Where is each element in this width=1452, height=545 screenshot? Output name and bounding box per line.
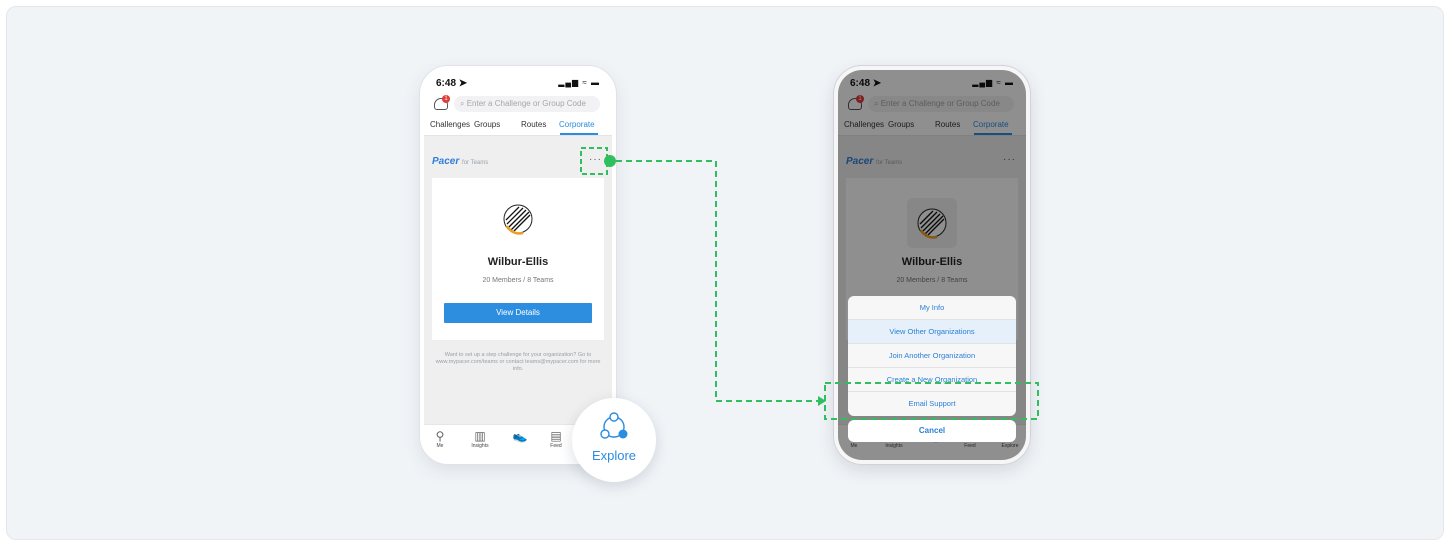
connector-line — [616, 160, 818, 402]
connector-start-dot — [604, 155, 616, 167]
email-support-highlight — [824, 382, 1039, 420]
callout-overlay — [580, 147, 1039, 420]
more-button-highlight — [580, 147, 608, 175]
